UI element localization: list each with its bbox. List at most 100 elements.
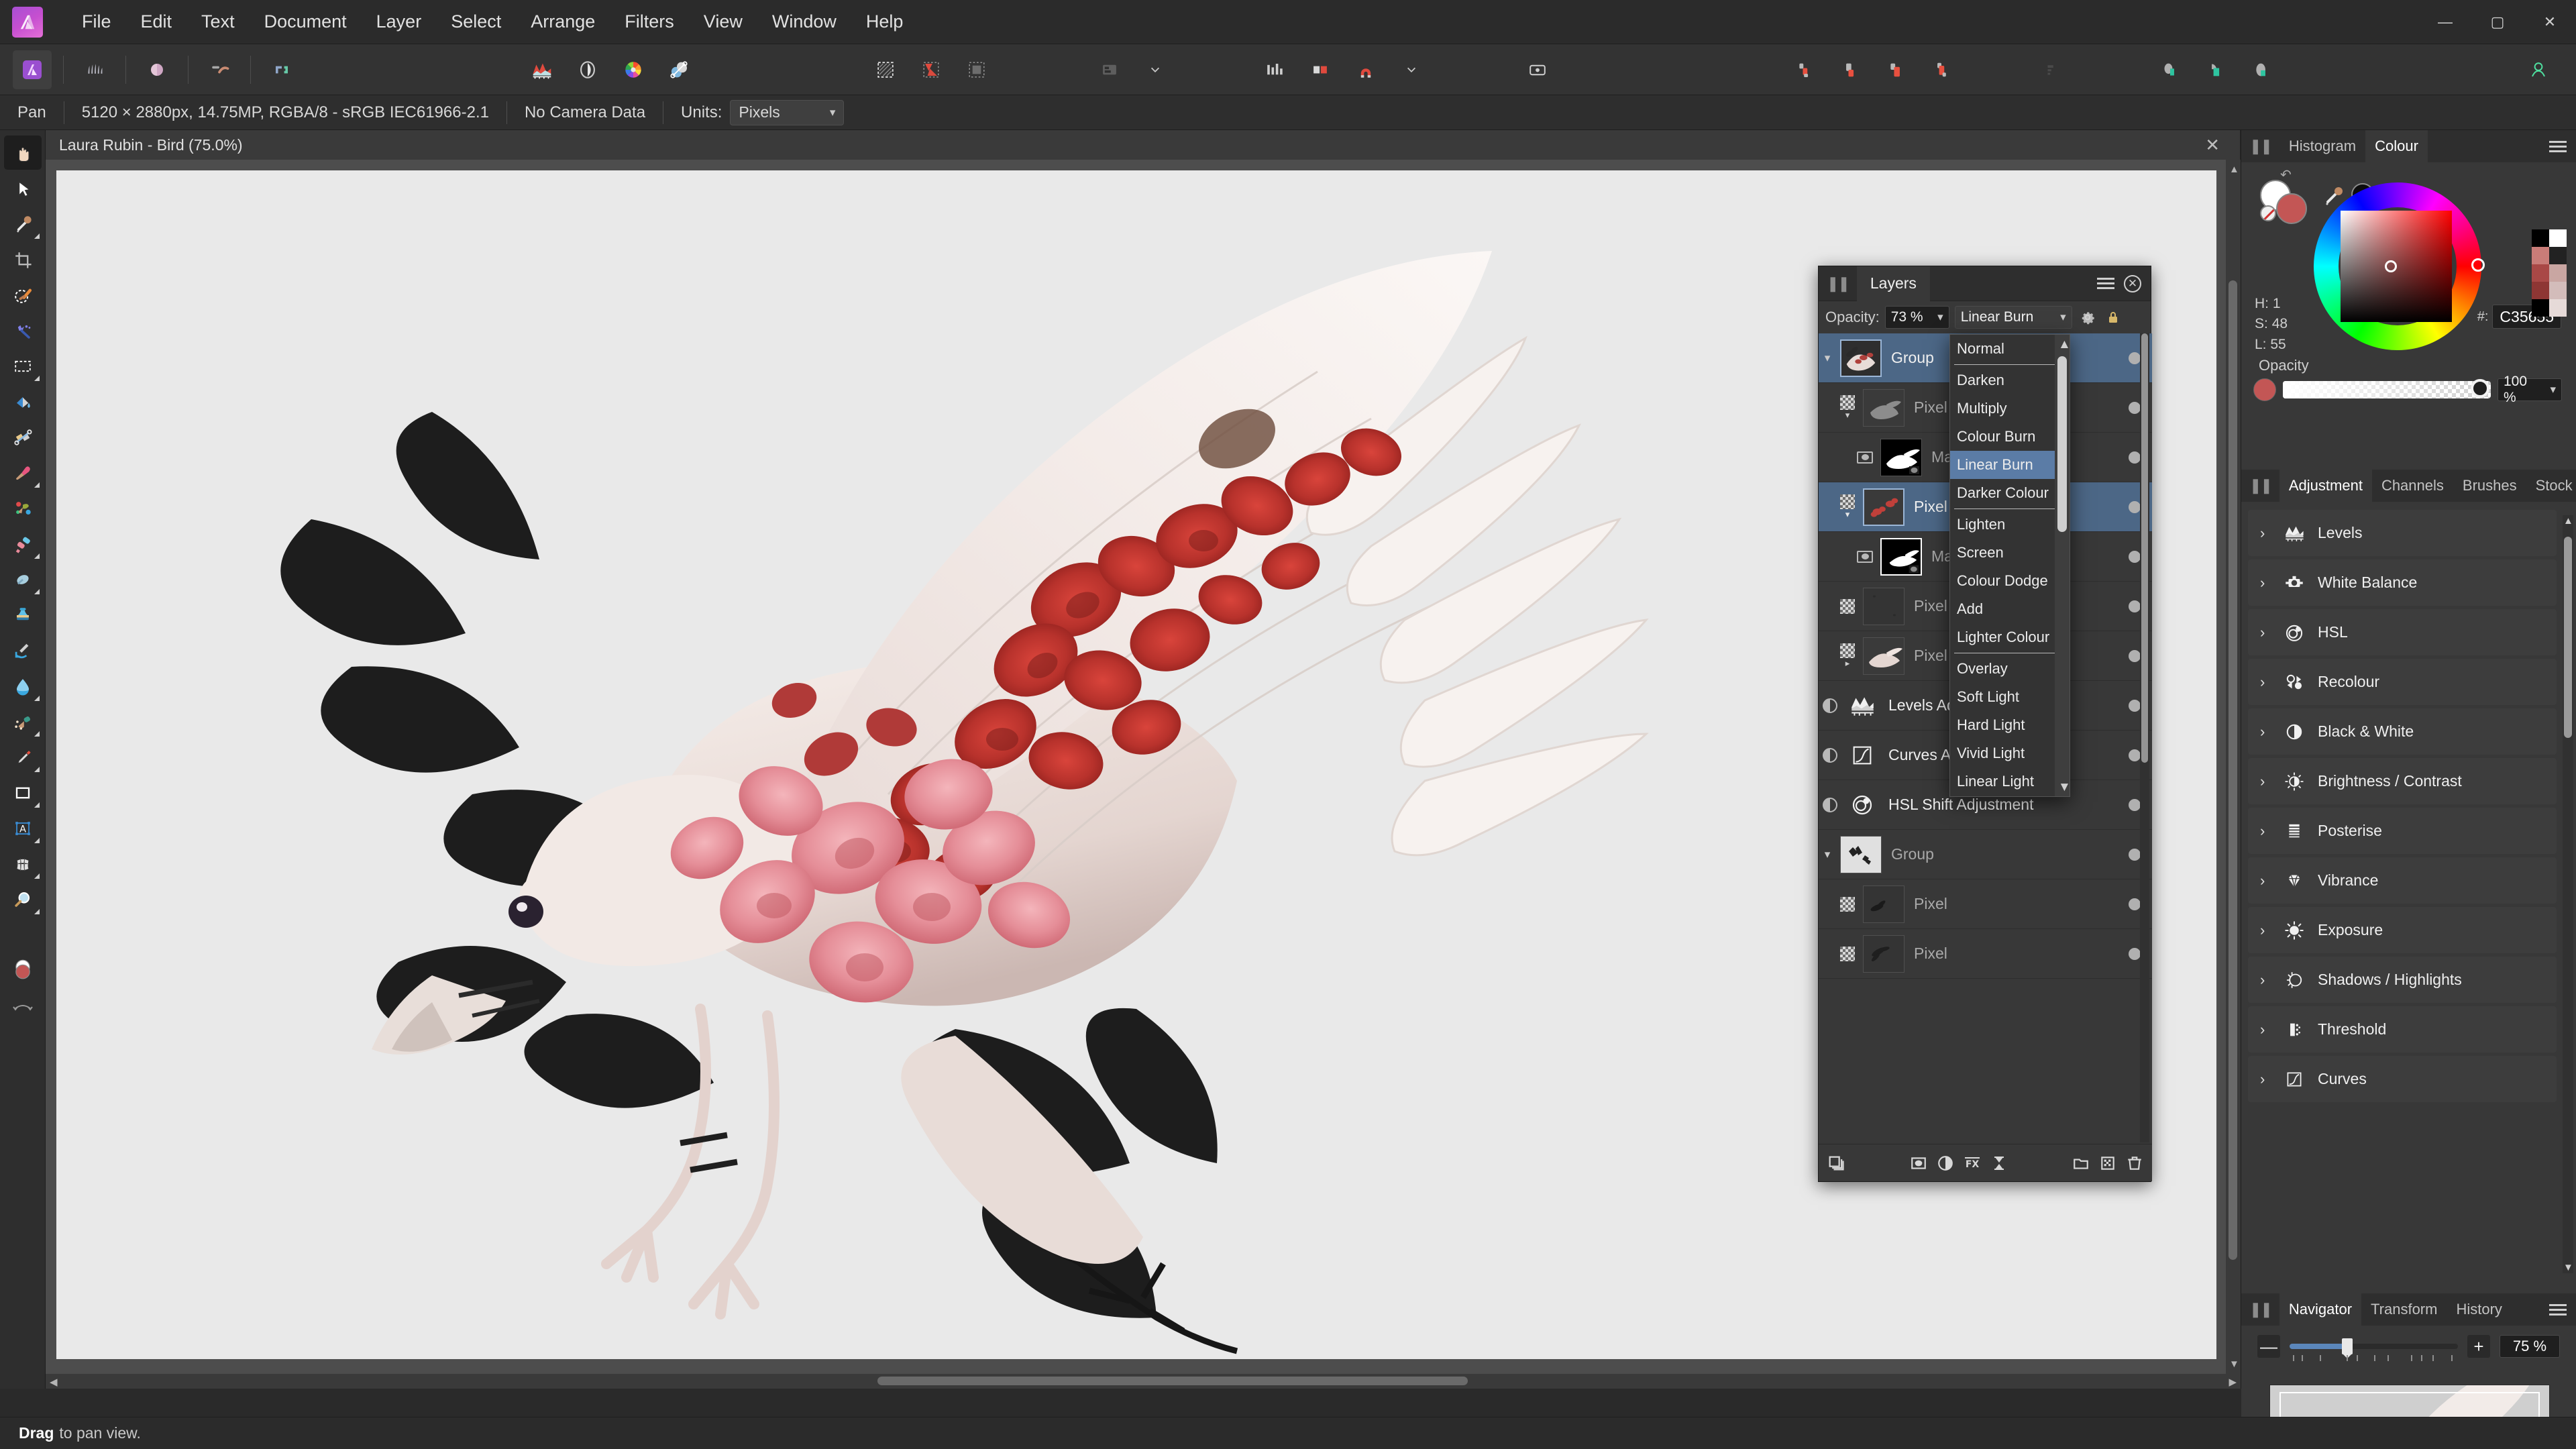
screen-mode-icon[interactable] [1090,50,1129,89]
lock-icon[interactable] [2103,307,2123,327]
menu-item-text[interactable]: Text [186,6,250,38]
tab-stock[interactable]: Stock [2526,470,2576,502]
units-select[interactable]: Pixels ▾ [730,99,845,125]
chevron-right-icon[interactable]: › [2260,574,2271,592]
adjustment-layer-button[interactable] [1933,1151,1957,1175]
foreground-colour-swatch[interactable] [2276,193,2307,224]
chevron-right-icon[interactable]: › [2260,1021,2271,1038]
tool-dodge-brush[interactable] [4,562,42,596]
live-filters-icon[interactable] [659,50,698,89]
menu-item-hard-light[interactable]: Hard Light [1950,711,2070,739]
zoom-slider-knob[interactable] [2341,1338,2353,1358]
layer-alpha-lock[interactable]: ▸ [1836,631,1859,680]
tool-zoom[interactable] [4,882,42,916]
menu-item-normal[interactable]: Normal [1950,335,2070,363]
chevron-right-icon[interactable]: › [2260,525,2271,542]
scroll-down-icon[interactable]: ▼ [2563,1262,2573,1273]
persona-photo-icon[interactable] [13,50,52,89]
scroll-thumb[interactable] [2564,537,2572,738]
menu-item-lighter-colour[interactable]: Lighter Colour [1950,623,2070,651]
swatch[interactable] [2532,299,2549,317]
swatch[interactable] [2549,247,2567,264]
tool-gradient[interactable] [4,420,42,454]
scroll-thumb[interactable] [2057,356,2067,532]
scroll-thumb[interactable] [877,1377,1468,1385]
chevron-right-icon[interactable]: › [2260,1071,2271,1088]
tab-colour[interactable]: Colour [2365,130,2428,162]
no-colour-swatch[interactable] [2260,205,2276,221]
layer-alpha-lock[interactable]: ▾ [1836,482,1859,531]
persona-tone-mapping-icon[interactable] [200,50,239,89]
maximize-button[interactable]: ▢ [2471,0,2524,44]
opacity-input[interactable]: 73 % ▾ [1884,306,1949,329]
add-pixel-layer-button[interactable] [2096,1151,2120,1175]
chevron-right-icon[interactable]: › [2260,723,2271,741]
chevron-down-icon[interactable] [1392,50,1431,89]
menu-item-file[interactable]: File [67,6,126,38]
tool-selection-brush[interactable] [4,278,42,312]
zoom-in-button[interactable]: + [2467,1335,2490,1358]
add-group-button[interactable] [2069,1151,2093,1175]
tool-mesh-warp[interactable] [4,847,42,881]
swap-colours-icon[interactable]: ↶ [2280,166,2292,183]
histogram-icon[interactable] [523,50,561,89]
adjustment-item-recolour[interactable]: › Recolour [2248,659,2557,705]
tool-undo-brush[interactable] [4,633,42,667]
tab-channels[interactable]: Channels [2372,470,2453,502]
chevron-down-icon[interactable] [1136,50,1175,89]
tool-pen[interactable] [4,740,42,774]
colour-swatch-stack[interactable] [2260,180,2316,227]
geometry-intersect-icon[interactable] [2242,50,2281,89]
tool-paint-mixer[interactable] [4,491,42,525]
selection-mask-icon[interactable] [957,50,996,89]
colour-wheel-icon[interactable] [614,50,653,89]
dropdown-scrollbar[interactable]: ▲ ▼ [2055,335,2070,796]
menu-item-darker-colour[interactable]: Darker Colour [1950,479,2070,507]
tool-flood-select[interactable] [4,313,42,347]
panel-menu-icon[interactable] [2540,1303,2576,1316]
menu-item-overlay[interactable]: Overlay [1950,655,2070,683]
zoom-slider[interactable] [2290,1335,2458,1361]
layers-scrollbar[interactable] [2140,333,2149,1142]
assistant-icon[interactable] [1255,50,1294,89]
adjustment-item-threshold[interactable]: › Threshold [2248,1006,2557,1053]
tool-flood-fill[interactable] [4,384,42,419]
panel-grip-icon[interactable]: ❚❚ [2241,138,2279,155]
menu-item-vivid-light[interactable]: Vivid Light [1950,739,2070,767]
tab-brushes[interactable]: Brushes [2453,470,2526,502]
layer-alpha-lock[interactable]: ▾ [1836,383,1859,432]
persona-develop-icon[interactable] [138,50,176,89]
panel-close-icon[interactable]: ✕ [2124,274,2141,292]
magnet-icon[interactable] [1346,50,1385,89]
persona-export-icon[interactable] [262,50,301,89]
tab-adjustment[interactable]: Adjustment [2279,470,2372,502]
grid-snapping-icon[interactable] [1301,50,1340,89]
live-filter-layer-button[interactable]: FX [1960,1151,1984,1175]
table-row[interactable]: ▾ Group [1819,830,2152,879]
fill-layer-button[interactable] [1987,1151,2011,1175]
canvas-horizontal-scrollbar[interactable]: ◀ ▶ [46,1374,2241,1389]
chevron-right-icon[interactable]: › [2260,674,2271,691]
scroll-up-icon[interactable]: ▲ [2563,515,2573,527]
gear-icon[interactable] [2078,307,2098,327]
distribute-icon[interactable] [1922,50,1961,89]
menu-item-linear-burn[interactable]: Linear Burn [1950,451,2070,479]
swatch[interactable] [2532,247,2549,264]
menu-item-darken[interactable]: Darken [1950,366,2070,394]
swatch[interactable] [2532,264,2549,282]
document-tab[interactable]: Laura Rubin - Bird (75.0%) ✕ [46,130,2241,160]
chevron-right-icon[interactable]: › [2260,971,2271,989]
menu-item-arrange[interactable]: Arrange [516,6,610,38]
panel-menu-icon[interactable] [2540,140,2576,152]
blend-mode-dropdown[interactable]: Normal Darken Multiply Colour Burn Linea… [1949,334,2070,797]
tab-transform[interactable]: Transform [2361,1293,2447,1326]
scroll-down-icon[interactable]: ▼ [2058,780,2070,795]
scroll-up-icon[interactable]: ▲ [2229,164,2239,175]
colour-opacity-input[interactable]: 100 % ▾ [2498,374,2562,405]
blend-mode-select[interactable]: Linear Burn ▾ [1954,306,2072,329]
adjustment-icon[interactable] [568,50,607,89]
mask-layer-button[interactable] [1907,1151,1931,1175]
adjustment-item-white-balance[interactable]: › White Balance [2248,559,2557,606]
swatch[interactable] [2549,282,2567,299]
chevron-right-icon[interactable]: › [2260,624,2271,641]
